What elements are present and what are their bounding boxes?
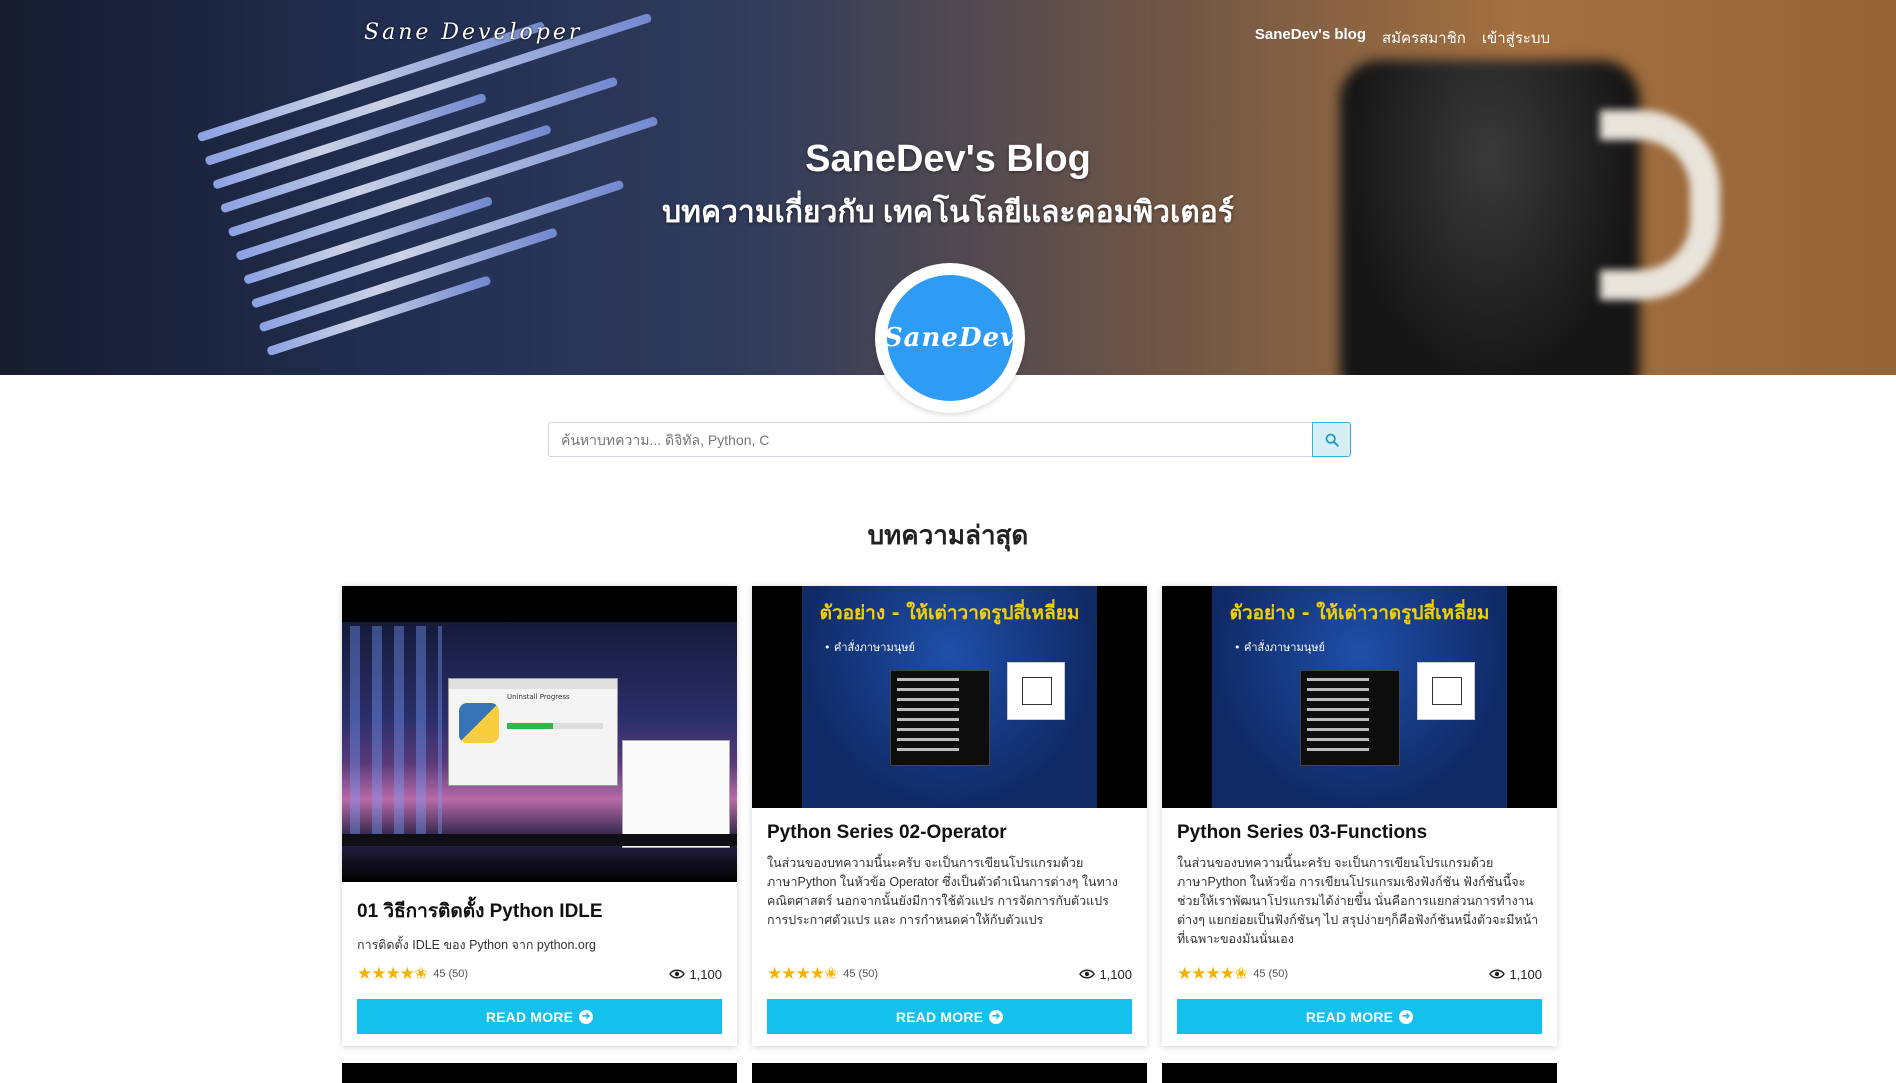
- star-rating-icon: ★★★★✬: [767, 964, 838, 984]
- card-meta: ★★★★✬ 45 (50) 1,100: [767, 964, 1132, 984]
- avatar: SaneDev: [875, 263, 1025, 413]
- star-rating-icon: ★★★★✬: [1177, 964, 1248, 984]
- eye-icon: [1489, 969, 1506, 979]
- sanedev-logo: SaneDev: [883, 275, 1017, 401]
- article-thumbnail[interactable]: ตัวอย่าง - ให้เต่าวาดรูปสี่เหลี่ยม • คำส…: [752, 586, 1147, 808]
- arrow-circle-right-icon: ➜: [579, 1009, 594, 1024]
- read-more-button[interactable]: READ MORE ➜: [767, 999, 1132, 1034]
- view-count-value: 1,100: [689, 966, 722, 982]
- search-icon: [1325, 433, 1339, 447]
- view-count-value: 1,100: [1509, 966, 1542, 982]
- slide-code-box: [1300, 670, 1400, 766]
- card-description: การติดตั้ง IDLE ของ Python จาก python.or…: [357, 938, 596, 952]
- nav-register-link[interactable]: สมัครสมาชิก: [1382, 26, 1466, 50]
- search-input[interactable]: [548, 422, 1312, 457]
- article-card[interactable]: ตัวอย่าง - ให้เต่าวาดรูปสี่เหลี่ยม • คำส…: [752, 586, 1147, 1046]
- next-card-peek[interactable]: [1162, 1063, 1557, 1083]
- thumb-window-title: Uninstall Progress: [507, 693, 570, 701]
- search-button[interactable]: [1312, 422, 1351, 457]
- hero-title: SaneDev's Blog: [805, 138, 1091, 180]
- view-count: 1,100: [669, 967, 722, 982]
- python-logo-icon: [459, 703, 499, 743]
- top-nav: SaneDev's blog สมัครสมาชิก เข้าสู่ระบบ: [1255, 26, 1550, 50]
- card-title[interactable]: 01 วิธีการติดตั้ง Python IDLE: [357, 896, 722, 926]
- slide-bullet: • คำสั่งภาษามนุษย์: [824, 641, 915, 654]
- read-more-button[interactable]: READ MORE ➜: [1177, 999, 1542, 1034]
- view-count-value: 1,100: [1099, 966, 1132, 982]
- card-description: ในส่วนของบทความนี้นะครับ จะเป็นการเขียนโ…: [1177, 856, 1539, 946]
- view-count: 1,100: [1489, 967, 1542, 982]
- thumb-progress-bar: [507, 723, 603, 729]
- arrow-circle-right-icon: ➜: [989, 1009, 1004, 1024]
- rating-count: 45 (50): [433, 968, 469, 980]
- next-card-peek[interactable]: [342, 1063, 737, 1083]
- slide-bullet: • คำสั่งภาษามนุษย์: [1234, 641, 1325, 654]
- nav-login-link[interactable]: เข้าสู่ระบบ: [1482, 26, 1550, 50]
- logo-text: SaneDev: [883, 323, 1017, 353]
- rating-count: 45 (50): [1253, 968, 1289, 980]
- thumb-presentation-slide: ตัวอย่าง - ให้เต่าวาดรูปสี่เหลี่ยม • คำส…: [1212, 586, 1507, 808]
- brand-logo-text[interactable]: Sane Developer: [364, 20, 582, 45]
- article-thumbnail[interactable]: Uninstall Progress: [342, 586, 737, 882]
- thumb-presentation-slide: ตัวอย่าง - ให้เต่าวาดรูปสี่เหลี่ยม • คำส…: [802, 586, 1097, 808]
- view-count: 1,100: [1079, 967, 1132, 982]
- eye-icon: [669, 969, 686, 979]
- slide-code-box: [890, 670, 990, 766]
- eye-icon: [1079, 969, 1096, 979]
- article-thumbnail[interactable]: ตัวอย่าง - ให้เต่าวาดรูปสี่เหลี่ยม • คำส…: [1162, 586, 1557, 808]
- read-more-button[interactable]: READ MORE ➜: [357, 999, 722, 1034]
- arrow-circle-right-icon: ➜: [1399, 1009, 1414, 1024]
- rating-count: 45 (50): [843, 968, 879, 980]
- read-more-label: READ MORE: [1305, 1008, 1394, 1025]
- slide-title: ตัวอย่าง - ให้เต่าวาดรูปสี่เหลี่ยม: [819, 602, 1080, 624]
- slide-turtle-canvas: [1417, 662, 1475, 720]
- card-meta: ★★★★✬ 45 (50) 1,100: [1177, 964, 1542, 984]
- desktop-icons: [346, 626, 442, 836]
- nav-blog-link[interactable]: SaneDev's blog: [1255, 26, 1366, 50]
- search-bar: [548, 422, 1351, 457]
- read-more-label: READ MORE: [895, 1008, 984, 1025]
- card-title[interactable]: Python Series 03-Functions: [1177, 822, 1542, 844]
- hero-code-background: [192, 0, 789, 375]
- latest-articles-heading: บทความล่าสุด: [867, 520, 1029, 550]
- article-card[interactable]: Uninstall Progress 01 วิธีการติดตั้ง Pyt…: [342, 586, 737, 1046]
- article-card[interactable]: ตัวอย่าง - ให้เต่าวาดรูปสี่เหลี่ยม • คำส…: [1162, 586, 1557, 1046]
- thumb-taskbar: [342, 834, 737, 846]
- card-meta: ★★★★✬ 45 (50) 1,100: [357, 964, 722, 984]
- next-card-peek[interactable]: [752, 1063, 1147, 1083]
- slide-title: ตัวอย่าง - ให้เต่าวาดรูปสี่เหลี่ยม: [1229, 602, 1490, 624]
- thumb-mixer-panel: [622, 740, 730, 848]
- hero-subtitle: บทความเกี่ยวกับ เทคโนโลยีและคอมพิวเตอร์: [662, 196, 1234, 229]
- star-rating-icon: ★★★★✬: [357, 964, 428, 984]
- read-more-label: READ MORE: [485, 1008, 574, 1025]
- slide-turtle-canvas: [1007, 662, 1065, 720]
- card-description: ในส่วนของบทความนี้นะครับ จะเป็นการเขียนโ…: [767, 856, 1118, 927]
- card-title[interactable]: Python Series 02-Operator: [767, 822, 1132, 844]
- thumb-installer-window: Uninstall Progress: [448, 678, 618, 786]
